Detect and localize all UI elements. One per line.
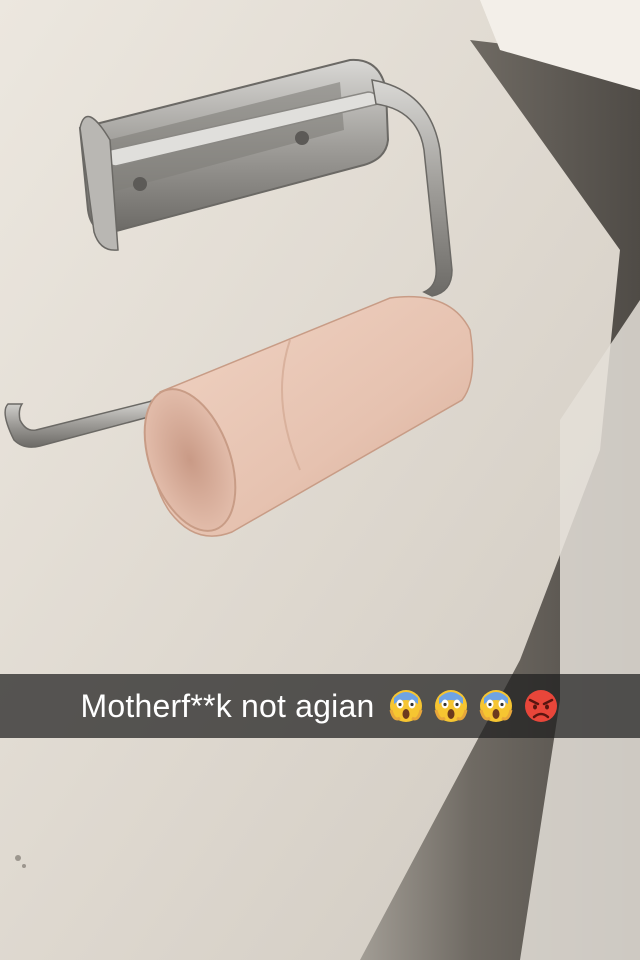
face-screaming-in-fear-icon	[478, 688, 514, 724]
caption-text: Motherf**k not agian	[80, 687, 375, 724]
face-screaming-in-fear-icon	[388, 688, 424, 724]
caption-emoji-row	[388, 688, 559, 724]
face-screaming-in-fear-icon	[433, 688, 469, 724]
caption-bar: Motherf**k not agian	[0, 674, 640, 738]
bathroom-photo-scene	[0, 0, 640, 960]
angry-face-icon	[523, 688, 559, 724]
snap-photo: Motherf**k not agian	[0, 0, 640, 960]
